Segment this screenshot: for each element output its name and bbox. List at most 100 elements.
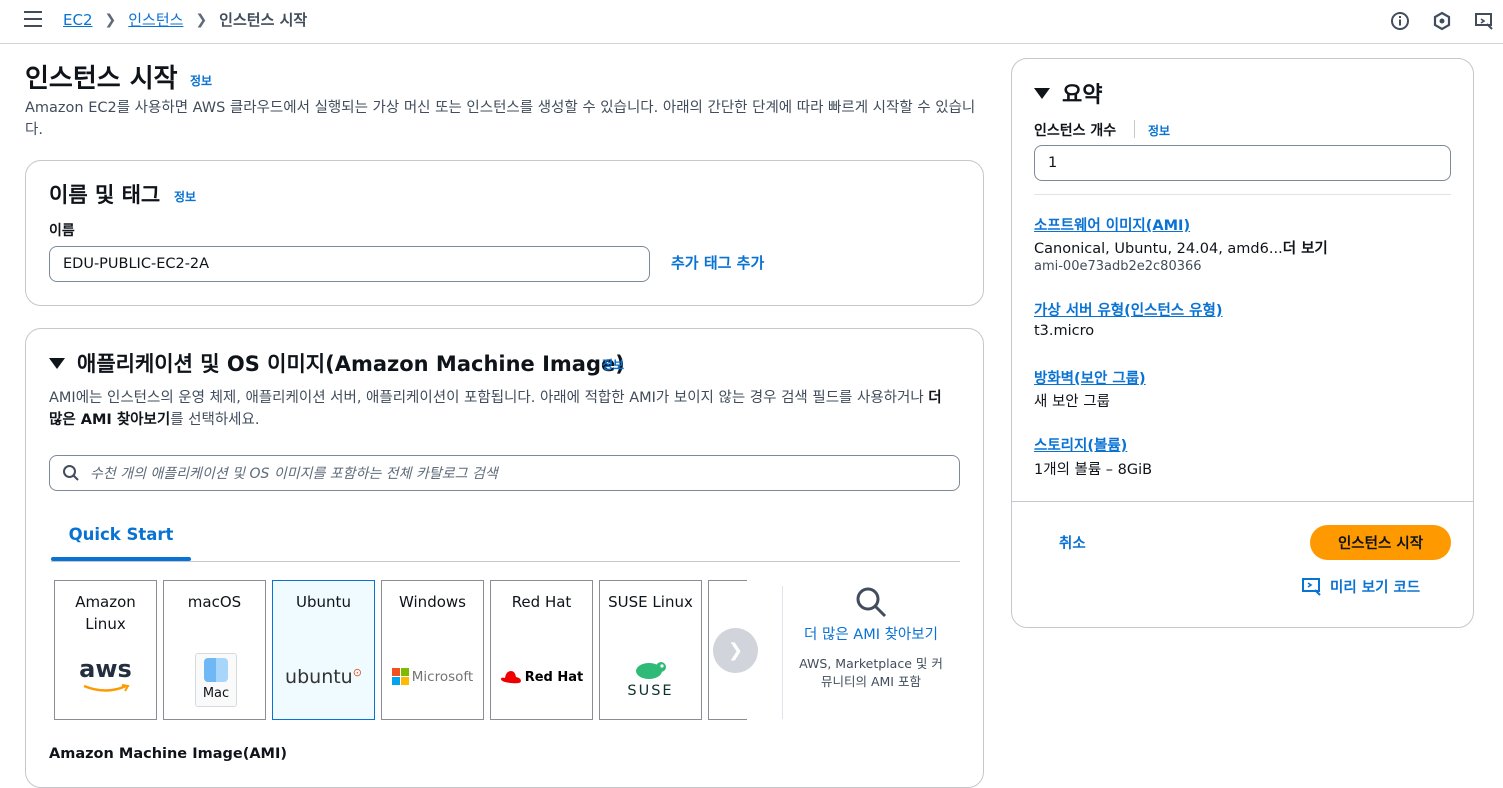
preview-code-button[interactable]: 미리 보기 코드 — [1302, 576, 1420, 597]
ami-tile-ubuntu[interactable]: Ubuntu ubuntu⊙ — [272, 580, 375, 720]
tile-label: De — [709, 591, 747, 613]
name-tags-info-link[interactable]: 정보 — [174, 188, 196, 205]
caret-down-icon — [49, 357, 65, 369]
ami-tile-windows[interactable]: Windows Microsoft — [381, 580, 484, 720]
see-more-link[interactable]: 더 보기 — [1283, 241, 1328, 257]
suse-logo-icon: SUSE — [600, 659, 701, 699]
ami-info-link[interactable]: 정보 — [602, 356, 624, 373]
mac-logo-text: Mac — [202, 686, 230, 701]
summary-divider — [1034, 194, 1451, 195]
tile-label: Ubuntu — [296, 593, 351, 611]
tile-label: Red Hat — [511, 593, 572, 611]
ami-section-label: Amazon Machine Image(AMI) — [49, 746, 287, 762]
top-navigation-bar: EC2 ❯ 인스턴스 ❯ 인스턴스 시작 — [0, 0, 1503, 44]
code-preview-icon — [1302, 577, 1321, 596]
aws-logo-icon: aws — [55, 657, 156, 697]
tile-label: Amazon Linux — [75, 593, 136, 633]
name-tags-title: 이름 및 태그 — [49, 183, 161, 207]
name-input[interactable]: EDU-PUBLIC-EC2-2A — [49, 246, 650, 282]
aws-smile-icon — [83, 684, 130, 692]
instance-count-input[interactable]: 1 — [1034, 145, 1451, 181]
caret-down-icon — [1034, 87, 1050, 99]
page-title: 인스턴스 시작 — [25, 64, 178, 94]
storage-value: 1개의 볼륨 – 8GiB — [1034, 462, 1153, 478]
ubuntu-logo-text: ubuntu — [285, 666, 353, 688]
ami-title: 애플리케이션 및 OS 이미지(Amazon Machine Image) — [77, 352, 625, 376]
ami-description: AMI에는 인스턴스의 운영 체제, 애플리케이션 서버, 애플리케이션이 포함… — [49, 387, 959, 431]
launch-instance-button[interactable]: 인스턴스 시작 — [1310, 525, 1451, 560]
ami-desc-text: AMI에는 인스턴스의 운영 체제, 애플리케이션 서버, 애플리케이션이 포함… — [49, 390, 929, 406]
ami-tile-macos[interactable]: macOS Mac — [163, 580, 266, 720]
storage-link[interactable]: 스토리지(볼륨) — [1034, 434, 1127, 455]
microsoft-logo-text: Microsoft — [411, 668, 474, 685]
breadcrumb-instances[interactable]: 인스턴스 — [128, 9, 183, 30]
instance-type-value: t3.micro — [1034, 323, 1095, 339]
mac-finder-icon: Mac — [195, 653, 237, 707]
ami-tile-red-hat[interactable]: Red Hat Red Hat — [490, 580, 593, 720]
firewall-value: 새 보안 그룹 — [1034, 394, 1110, 410]
tab-divider — [51, 561, 960, 562]
summary-title: 요약 — [1062, 83, 1103, 108]
ubuntu-logo-icon: ubuntu⊙ — [285, 666, 362, 688]
search-icon — [856, 587, 887, 618]
page-description: Amazon EC2를 사용하면 AWS 클라우드에서 실행되는 가상 머신 또… — [25, 100, 976, 138]
name-tags-panel: 이름 및 태그 정보 이름 EDU-PUBLIC-EC2-2A 추가 태그 추가 — [25, 160, 984, 306]
preview-panel-icon[interactable] — [1473, 10, 1495, 32]
tab-quick-start-label: Quick Start — [68, 525, 174, 544]
summary-panel: 요약 인스턴스 개수 정보 1 소프트웨어 이미지(AMI) Canonical… — [1011, 58, 1474, 628]
finder-face-icon — [204, 658, 228, 682]
page-info-link[interactable]: 정보 — [190, 72, 212, 89]
windows-squares-icon — [391, 668, 409, 685]
ami-panel: 애플리케이션 및 OS 이미지(Amazon Machine Image) 정보… — [25, 328, 984, 788]
browse-more-amis[interactable]: 더 많은 AMI 찾아보기 AWS, Marketplace 및 커뮤니티의 A… — [796, 585, 946, 691]
label-divider — [1134, 120, 1135, 138]
breadcrumb-ec2[interactable]: EC2 — [63, 11, 93, 29]
software-image-value: Canonical, Ubuntu, 24.04, amd6... — [1034, 241, 1283, 257]
ami-id: ami-00e73adb2e2c80366 — [1034, 259, 1202, 274]
add-tag-link[interactable]: 추가 태그 추가 — [671, 252, 764, 273]
tile-label: Windows — [399, 593, 466, 611]
preview-code-label: 미리 보기 코드 — [1330, 580, 1421, 596]
menu-icon[interactable] — [24, 11, 42, 27]
aws-logo-text: aws — [79, 655, 132, 683]
instance-count-value: 1 — [1048, 155, 1058, 171]
tile-label: SUSE Linux — [608, 593, 693, 611]
browse-more-link[interactable]: 더 많은 AMI 찾아보기 — [796, 625, 946, 646]
debian-logo-text: c — [709, 681, 747, 699]
cancel-button[interactable]: 취소 — [1059, 532, 1086, 553]
software-image-link[interactable]: 소프트웨어 이미지(AMI) — [1034, 214, 1190, 235]
tab-quick-start[interactable]: Quick Start — [51, 513, 191, 561]
red-hat-logo-icon: Red Hat — [491, 669, 592, 685]
microsoft-logo-icon: Microsoft — [382, 668, 483, 685]
instance-type-link[interactable]: 가상 서버 유형(인스턴스 유형) — [1034, 299, 1222, 320]
instance-count-info-link[interactable]: 정보 — [1148, 122, 1170, 139]
shield-settings-icon[interactable] — [1431, 10, 1453, 32]
ami-tile-suse-linux[interactable]: SUSE Linux SUSE — [599, 580, 702, 720]
firewall-link[interactable]: 방화벽(보안 그룹) — [1034, 367, 1146, 388]
tile-label: macOS — [187, 593, 242, 611]
carousel-next-button[interactable]: ❯ — [713, 628, 758, 673]
suse-chameleon-icon — [635, 662, 666, 679]
ami-desc-text-end: 를 선택하세요. — [170, 412, 260, 428]
software-image-value-row: Canonical, Ubuntu, 24.04, amd6...더 보기 — [1034, 237, 1328, 258]
red-hat-icon — [500, 671, 521, 684]
browse-divider — [782, 586, 783, 719]
chevron-right-icon: ❯ — [727, 640, 744, 661]
ami-header[interactable]: 애플리케이션 및 OS 이미지(Amazon Machine Image) — [49, 348, 625, 378]
summary-header[interactable]: 요약 — [1034, 77, 1102, 109]
info-circle-icon[interactable] — [1389, 10, 1411, 32]
breadcrumb-current: 인스턴스 시작 — [219, 11, 308, 29]
chevron-right-icon: ❯ — [195, 11, 208, 28]
ami-search-placeholder: 수천 개의 애플리케이션 및 OS 이미지를 포함하는 전체 카탈로그 검색 — [90, 466, 498, 482]
instance-count-label: 인스턴스 개수 — [1034, 123, 1117, 139]
name-input-value: EDU-PUBLIC-EC2-2A — [63, 256, 210, 272]
name-label: 이름 — [49, 223, 75, 239]
summary-footer-divider — [1012, 501, 1473, 502]
breadcrumb: EC2 ❯ 인스턴스 ❯ 인스턴스 시작 — [63, 9, 307, 30]
chevron-right-icon: ❯ — [104, 11, 117, 28]
red-hat-logo-text: Red Hat — [524, 669, 584, 685]
search-icon — [63, 465, 79, 481]
ami-tile-amazon-linux[interactable]: Amazon Linux aws — [54, 580, 157, 720]
ami-search-input[interactable]: 수천 개의 애플리케이션 및 OS 이미지를 포함하는 전체 카탈로그 검색 — [49, 455, 960, 491]
suse-logo-text: SUSE — [627, 683, 674, 699]
